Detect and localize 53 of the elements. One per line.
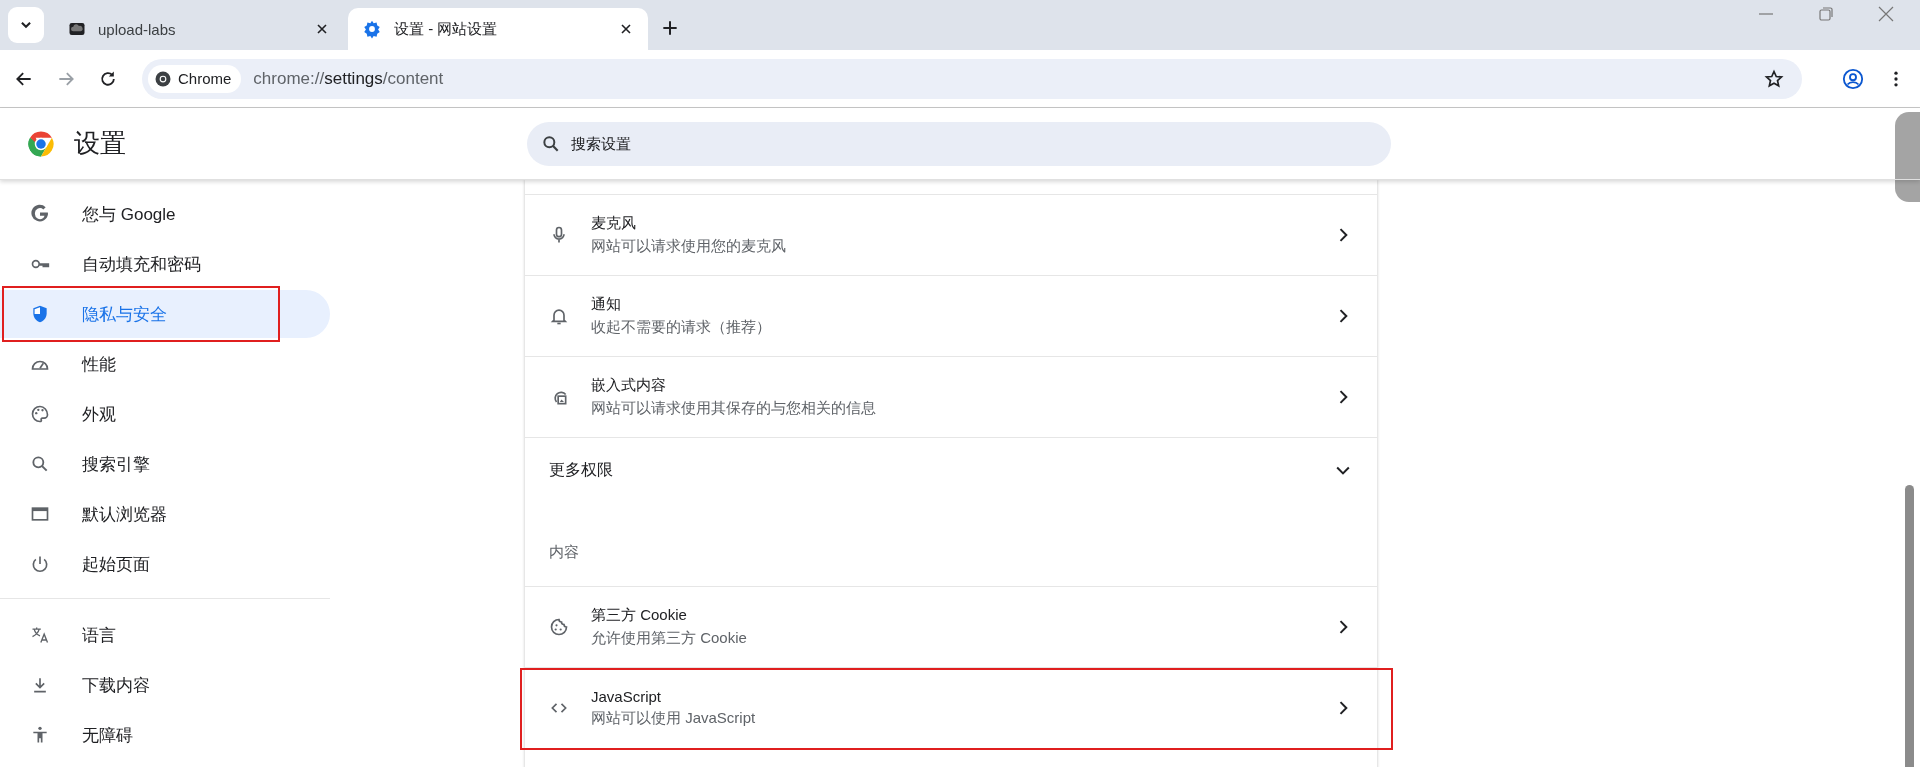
url-text: chrome://settings/content [253, 68, 445, 89]
setting-description: 网站可以请求使用其保存的与您相关的信息 [591, 399, 877, 418]
power-icon [30, 554, 50, 574]
accessibility-icon [30, 725, 50, 745]
site-chip[interactable]: Chrome [148, 64, 242, 93]
shield-icon [30, 304, 50, 324]
setting-description: 允许使用第三方 Cookie [591, 629, 748, 648]
page-title: 设置 [74, 127, 127, 160]
sidebar-item[interactable]: 起始页面 [0, 540, 330, 588]
browser-tab[interactable]: upload-labs [54, 8, 344, 50]
setting-title: 通知 [591, 295, 622, 314]
chrome-logo-icon [154, 69, 172, 88]
setting-description: 收起不需要的请求（推荐） [591, 318, 772, 337]
cookie-icon [549, 617, 569, 637]
sidebar-item[interactable]: 外观 [0, 390, 330, 438]
sidebar-item[interactable]: 您与 Google [0, 190, 330, 238]
setting-title: 麦克风 [591, 214, 637, 233]
setting-row[interactable]: 第三方 Cookie 允许使用第三方 Cookie [525, 586, 1377, 667]
setting-description: 网站可以使用 JavaScript [591, 709, 757, 728]
setting-title: 嵌入式内容 [591, 376, 667, 395]
search-icon [30, 454, 50, 474]
sidebar-item[interactable]: 自动填充和密码 [0, 240, 330, 288]
sidebar-item[interactable]: 无障碍 [0, 711, 330, 759]
setting-row[interactable]: 嵌入式内容 网站可以请求使用其保存的与您相关的信息 [525, 356, 1377, 437]
setting-description: 网站可以请求使用您的麦克风 [591, 237, 787, 256]
settings-icon [362, 19, 382, 39]
search-field[interactable]: 搜索设置 [527, 121, 1391, 166]
setting-row[interactable]: 通知 收起不需要的请求（推荐） [525, 275, 1377, 356]
cloud-upload-icon [68, 20, 86, 38]
section-heading: 内容 [549, 543, 579, 562]
star-icon[interactable] [1764, 68, 1784, 89]
setting-row[interactable]: JavaScript 网站可以使用 JavaScript [525, 667, 1377, 748]
new-tab-icon[interactable] [660, 18, 680, 38]
setting-title: 第三方 Cookie [591, 606, 688, 625]
setting-title: JavaScript [591, 688, 663, 705]
browser-window-icon [30, 504, 50, 524]
sidebar-item[interactable]: 下载内容 [0, 661, 330, 709]
search-icon [541, 133, 561, 154]
sidebar-item[interactable]: 搜索引擎 [0, 440, 330, 488]
sidebar-item[interactable]: 语言 [0, 611, 330, 659]
scroll-button[interactable] [1895, 112, 1920, 202]
translate-icon [30, 625, 50, 645]
bell-icon [549, 306, 569, 326]
google-g-icon [30, 204, 50, 224]
scrollbar-thumb[interactable] [1905, 485, 1914, 767]
setting-row[interactable]: 麦克风 网站可以请求使用您的麦克风 [525, 194, 1377, 275]
expander-row[interactable]: 更多权限 [525, 437, 1377, 502]
browser-tab[interactable]: 设置 - 网站设置 [348, 8, 648, 50]
palette-icon [30, 404, 50, 424]
profile-icon[interactable] [1842, 67, 1864, 90]
sidebar-item[interactable]: 默认浏览器 [0, 490, 330, 538]
address-bar[interactable]: Chrome chrome://settings/content [142, 58, 1802, 99]
sidebar-item[interactable]: 性能 [0, 340, 330, 388]
